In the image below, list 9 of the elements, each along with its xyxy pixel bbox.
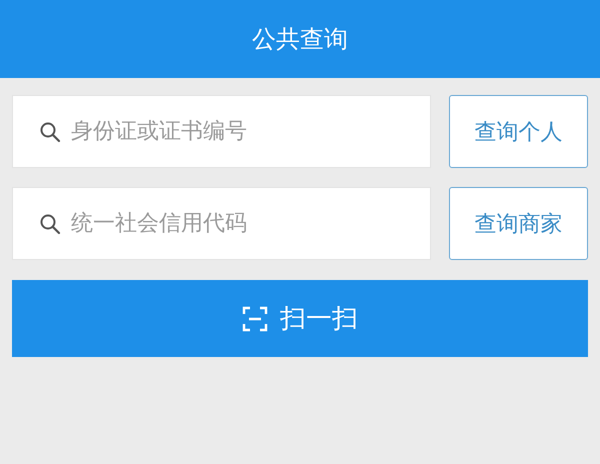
- query-button[interactable]: 查询个人: [449, 95, 588, 168]
- query-button[interactable]: 查询商家: [449, 187, 588, 260]
- search-field[interactable]: 身份证或证书编号: [12, 95, 431, 168]
- search-icon: [39, 213, 61, 235]
- search-field[interactable]: 统一社会信用代码: [12, 187, 431, 260]
- scan-icon: [242, 306, 268, 332]
- page-title: 公共查询: [252, 24, 348, 55]
- scan-button[interactable]: 扫一扫: [12, 280, 588, 357]
- search-icon: [39, 121, 61, 143]
